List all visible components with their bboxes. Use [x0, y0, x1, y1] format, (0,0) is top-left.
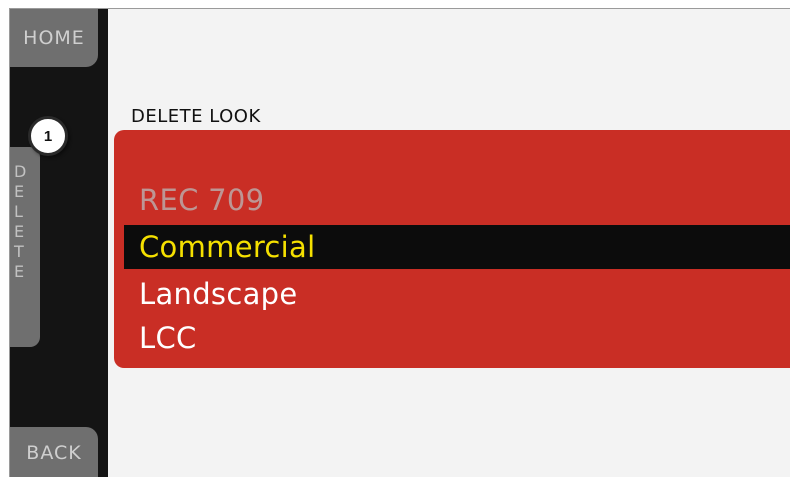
look-item-lcc[interactable]: LCC — [124, 316, 790, 360]
delete-letter: D — [14, 162, 28, 181]
home-button[interactable]: HOME — [10, 9, 98, 67]
delete-letter: E — [14, 182, 26, 201]
home-button-label: HOME — [23, 27, 85, 49]
camera-menu-screen: HOME D E L E T E BACK 1 DELETE LOOK REC … — [9, 8, 790, 477]
look-item-commercial[interactable]: Commercial — [124, 225, 790, 269]
page-title: DELETE LOOK — [131, 106, 261, 127]
delete-button[interactable]: D E L E T E — [10, 147, 40, 347]
delete-letter: T — [14, 242, 25, 261]
sidebar: HOME D E L E T E BACK — [10, 9, 108, 477]
look-item-landscape[interactable]: Landscape — [124, 272, 790, 316]
look-list-panel: REC 709 Commercial Landscape LCC — [114, 130, 790, 368]
delete-letter: E — [14, 222, 26, 241]
callout-marker: 1 — [28, 116, 68, 156]
delete-letter: E — [14, 262, 26, 281]
delete-letter: L — [14, 202, 24, 221]
back-button-label: BACK — [26, 441, 82, 464]
look-item-rec709: REC 709 — [139, 183, 265, 217]
back-button[interactable]: BACK — [10, 427, 98, 477]
